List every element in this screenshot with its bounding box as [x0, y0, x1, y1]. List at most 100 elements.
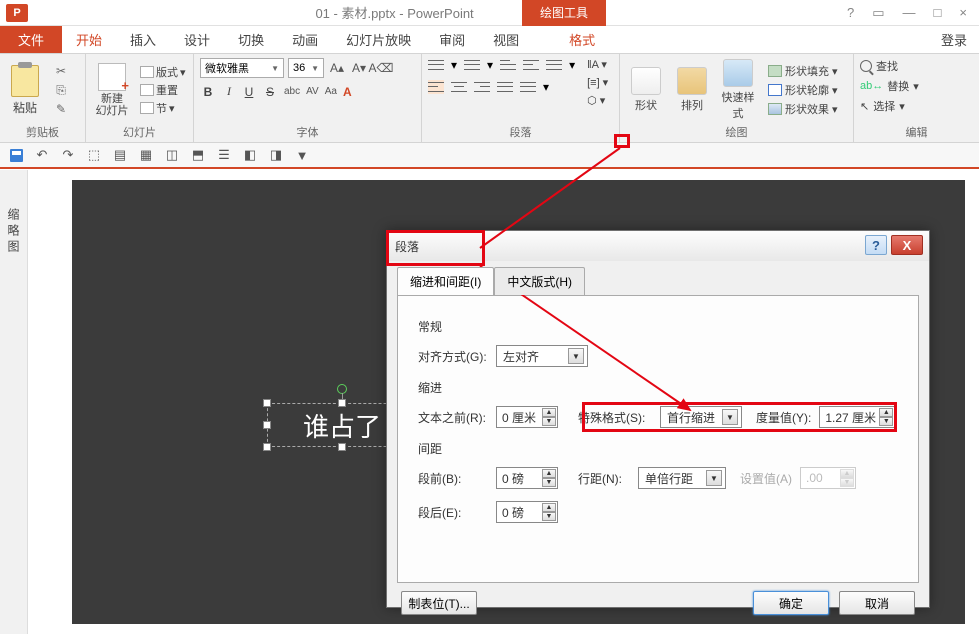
convert-smartart-button[interactable]: ⬡ ▾ [587, 94, 608, 107]
qat-icon[interactable]: ▤ [112, 147, 128, 163]
qat-icon[interactable]: ◨ [268, 147, 284, 163]
thumbnail-panel-collapsed[interactable]: 缩略图 [0, 170, 28, 634]
tab-slideshow[interactable]: 幻灯片放映 [332, 26, 425, 53]
shapes-button[interactable]: 形状 [626, 67, 666, 113]
bullets-icon[interactable] [428, 58, 444, 72]
find-button[interactable]: 查找 [860, 58, 898, 74]
line-spacing-icon[interactable] [546, 58, 562, 72]
ok-button[interactable]: 确定 [753, 591, 829, 615]
after-input[interactable]: 0 磅▲▼ [496, 501, 558, 523]
before-input[interactable]: 0 磅▲▼ [496, 467, 558, 489]
line-spacing-combo[interactable]: 单倍行距▼ [638, 467, 726, 489]
tab-design[interactable]: 设计 [170, 26, 224, 53]
resize-handle[interactable] [338, 399, 346, 407]
shadow-button[interactable]: S [262, 85, 278, 99]
paste-button[interactable]: 粘贴 [6, 65, 44, 116]
tab-review[interactable]: 审阅 [425, 26, 479, 53]
resize-handle[interactable] [263, 421, 271, 429]
help-icon[interactable]: ? [847, 5, 854, 21]
char-spacing-button[interactable]: AV [306, 86, 319, 97]
special-combo[interactable]: 首行缩进▼ [660, 406, 742, 428]
qat-icon[interactable]: ⬒ [190, 147, 206, 163]
tab-file[interactable]: 文件 [0, 26, 62, 53]
qat-icon[interactable]: ⬚ [86, 147, 102, 163]
maximize-icon[interactable]: □ [934, 5, 942, 21]
qat-icon[interactable]: ☰ [216, 147, 232, 163]
align-right-icon[interactable] [474, 80, 490, 94]
align-center-icon[interactable] [451, 80, 467, 94]
spin-up-icon[interactable]: ▲ [542, 503, 556, 512]
section-button[interactable]: 节 ▾ [140, 100, 186, 116]
underline-button[interactable]: U [242, 85, 256, 99]
qat-icon[interactable]: ▦ [138, 147, 154, 163]
font-size-combo[interactable]: 36▼ [288, 58, 324, 78]
columns-icon[interactable] [520, 80, 536, 94]
font-name-combo[interactable]: 微软雅黑▼ [200, 58, 284, 78]
spin-up-icon[interactable]: ▲ [542, 469, 556, 478]
tab-asian-typography[interactable]: 中文版式(H) [494, 267, 585, 295]
increase-indent-icon[interactable] [523, 58, 539, 72]
strikethrough-button[interactable]: abc [284, 86, 300, 97]
format-painter-icon[interactable]: ✎ [52, 101, 70, 117]
font-color-button[interactable]: A [343, 85, 352, 99]
shape-fill-button[interactable]: 形状填充 ▾ [768, 63, 838, 79]
ribbon-display-icon[interactable]: ▭ [872, 5, 884, 21]
redo-button[interactable]: ↷ [60, 147, 76, 163]
qat-icon[interactable]: ◧ [242, 147, 258, 163]
select-button[interactable]: ↖选择 ▾ [860, 98, 905, 114]
spin-up-icon[interactable]: ▲ [879, 408, 893, 417]
layout-button[interactable]: 版式 ▾ [140, 64, 186, 80]
spin-down-icon[interactable]: ▼ [542, 417, 556, 426]
decrease-indent-icon[interactable] [500, 58, 516, 72]
align-left-icon[interactable] [428, 80, 444, 94]
rotate-handle[interactable] [337, 384, 347, 394]
qat-icon[interactable]: ▼ [294, 147, 310, 163]
increase-font-icon[interactable]: A▴ [328, 58, 346, 78]
spin-up-icon[interactable]: ▲ [542, 408, 556, 417]
tab-view[interactable]: 视图 [479, 26, 533, 53]
tabs-button[interactable]: 制表位(T)... [401, 591, 477, 615]
copy-icon[interactable]: ⎘ [52, 82, 70, 98]
tab-format[interactable]: 格式 [555, 26, 609, 53]
account-signin[interactable]: 登录 [929, 26, 979, 53]
shape-effects-button[interactable]: 形状效果 ▾ [768, 101, 838, 117]
minimize-icon[interactable]: — [903, 5, 916, 21]
bold-button[interactable]: B [200, 85, 216, 99]
text-before-input[interactable]: 0 厘米▲▼ [496, 406, 558, 428]
spin-down-icon[interactable]: ▼ [542, 512, 556, 521]
alignment-combo[interactable]: 左对齐▼ [496, 345, 588, 367]
resize-handle[interactable] [263, 399, 271, 407]
quick-styles-button[interactable]: 快速样式 [718, 59, 758, 121]
resize-handle[interactable] [338, 443, 346, 451]
by-value-input[interactable]: 1.27 厘米▲▼ [819, 406, 895, 428]
help-button[interactable]: ? [865, 235, 887, 255]
qat-icon[interactable]: ◫ [164, 147, 180, 163]
tab-insert[interactable]: 插入 [116, 26, 170, 53]
save-button[interactable] [8, 147, 24, 163]
clear-format-icon[interactable]: A⌫ [372, 58, 390, 78]
align-text-button[interactable]: [≡] ▾ [587, 76, 608, 89]
tab-home[interactable]: 开始 [62, 26, 116, 53]
change-case-button[interactable]: Aa [325, 86, 337, 97]
italic-button[interactable]: I [222, 84, 236, 99]
spin-down-icon[interactable]: ▼ [879, 417, 893, 426]
arrange-button[interactable]: 排列 [672, 67, 712, 113]
tab-indent-spacing[interactable]: 缩进和间距(I) [397, 267, 494, 295]
dialog-title-bar[interactable]: 段落 ? X [387, 231, 929, 261]
text-direction-button[interactable]: ‖A ▾ [587, 58, 608, 71]
new-slide-button[interactable]: 新建 幻灯片 [92, 63, 132, 117]
numbering-icon[interactable] [464, 58, 480, 72]
undo-button[interactable]: ↶ [34, 147, 50, 163]
decrease-font-icon[interactable]: A▾ [350, 58, 368, 78]
spin-down-icon[interactable]: ▼ [542, 478, 556, 487]
shape-outline-button[interactable]: 形状轮廓 ▾ [768, 82, 838, 98]
cut-icon[interactable]: ✂ [52, 63, 70, 79]
tab-transitions[interactable]: 切换 [224, 26, 278, 53]
cancel-button[interactable]: 取消 [839, 591, 915, 615]
tab-animations[interactable]: 动画 [278, 26, 332, 53]
close-button[interactable]: X [891, 235, 923, 255]
close-icon[interactable]: × [959, 5, 967, 21]
replace-button[interactable]: ab↔替换 ▾ [860, 78, 919, 94]
resize-handle[interactable] [263, 443, 271, 451]
justify-icon[interactable] [497, 80, 513, 94]
